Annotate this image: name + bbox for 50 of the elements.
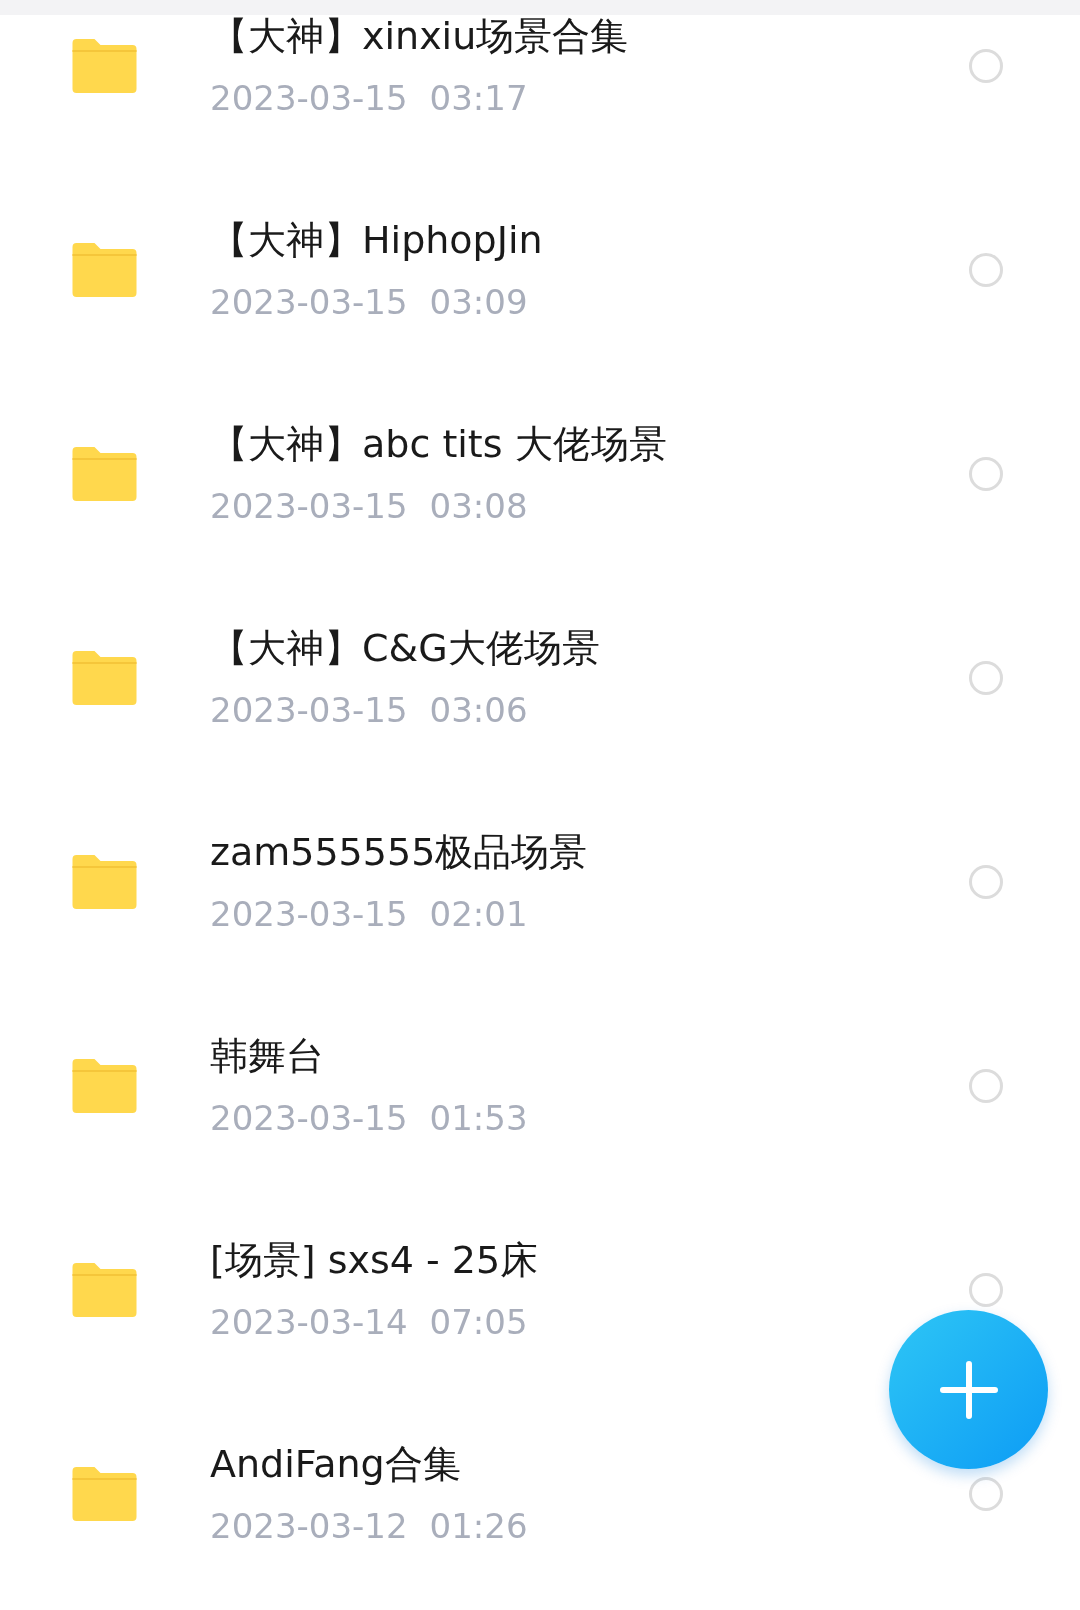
folder-name: 【大神】abc tits 大佬场景	[210, 422, 668, 466]
folder-name: 【大神】xinxiu场景合集	[210, 14, 630, 58]
select-radio[interactable]	[969, 1069, 1003, 1103]
folder-name: 韩舞台	[210, 1034, 325, 1078]
select-radio[interactable]	[969, 1477, 1003, 1511]
folder-icon	[72, 651, 137, 705]
modified-time: 01:26	[429, 1506, 528, 1546]
modified-date: 2023-03-15	[210, 690, 408, 730]
add-button[interactable]	[889, 1310, 1048, 1469]
folder-item[interactable]: AndiFang合集 2023-03-12 01:26	[0, 1392, 1080, 1596]
folder-item[interactable]: zam555555极品场景 2023-03-15 02:01	[0, 780, 1080, 984]
folder-icon	[72, 447, 137, 501]
modified-time: 03:17	[429, 78, 528, 118]
modified-time: 03:08	[429, 486, 528, 526]
folder-name: 【大神】HiphopJin	[210, 218, 544, 262]
modified-date: 2023-03-15	[210, 1098, 408, 1138]
modified-time: 07:05	[429, 1302, 528, 1342]
folder-icon	[72, 1263, 137, 1317]
modified-date: 2023-03-15	[210, 78, 408, 118]
modified-time: 01:53	[429, 1098, 528, 1138]
modified-time: 02:01	[429, 894, 528, 934]
select-radio[interactable]	[969, 49, 1003, 83]
folder-name: 【大神】C&G大佬场景	[210, 626, 601, 670]
folder-icon	[72, 39, 137, 93]
folder-item[interactable]: 【大神】C&G大佬场景 2023-03-15 03:06	[0, 576, 1080, 780]
folder-icon	[72, 1059, 137, 1113]
folder-item[interactable]: 韩舞台 2023-03-15 01:53	[0, 984, 1080, 1188]
modified-date: 2023-03-15	[210, 486, 408, 526]
folder-icon	[72, 243, 137, 297]
modified-date: 2023-03-15	[210, 282, 408, 322]
select-radio[interactable]	[969, 865, 1003, 899]
modified-date: 2023-03-14	[210, 1302, 408, 1342]
modified-time: 03:06	[429, 690, 528, 730]
folder-item[interactable]: 【大神】xinxiu场景合集 2023-03-15 03:17	[0, 0, 1080, 168]
folder-icon	[72, 1467, 137, 1521]
folder-item[interactable]: [场景] sxs4 - 25床 2023-03-14 07:05	[0, 1188, 1080, 1392]
modified-date: 2023-03-12	[210, 1506, 408, 1546]
select-radio[interactable]	[969, 253, 1003, 287]
modified-time: 03:09	[429, 282, 528, 322]
folder-name: AndiFang合集	[210, 1442, 462, 1486]
plus-icon	[938, 1359, 999, 1420]
select-radio[interactable]	[969, 661, 1003, 695]
folder-name: [场景] sxs4 - 25床	[210, 1238, 540, 1282]
folder-icon	[72, 855, 137, 909]
select-radio[interactable]	[969, 457, 1003, 491]
folder-item[interactable]: 【大神】abc tits 大佬场景 2023-03-15 03:08	[0, 372, 1080, 576]
folder-item[interactable]: 【大神】HiphopJin 2023-03-15 03:09	[0, 168, 1080, 372]
select-radio[interactable]	[969, 1273, 1003, 1307]
modified-date: 2023-03-15	[210, 894, 408, 934]
folder-name: zam555555极品场景	[210, 830, 589, 874]
